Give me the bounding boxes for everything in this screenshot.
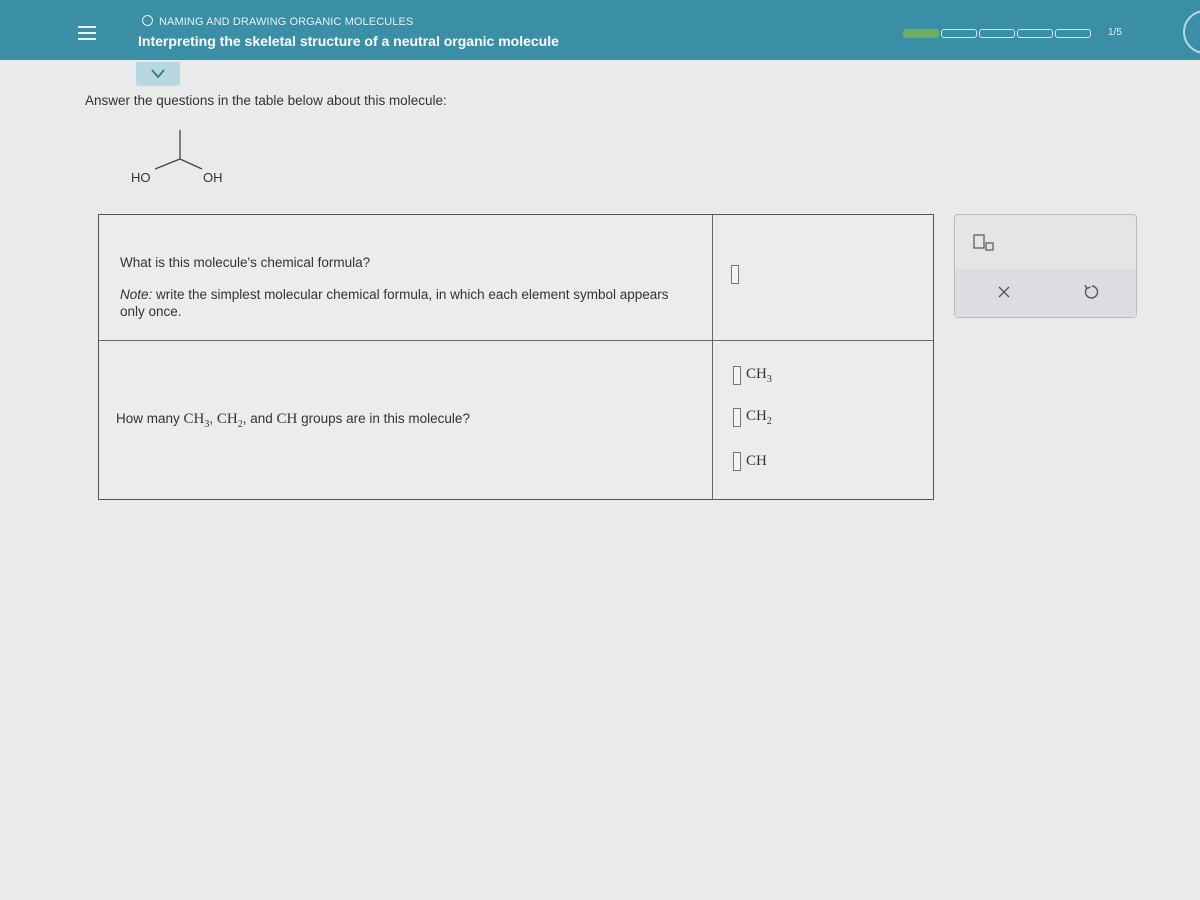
ch-formula: CH <box>276 411 298 427</box>
molecule-label-oh: OH <box>203 170 223 185</box>
ch3-count-input[interactable] <box>733 366 741 385</box>
ch2-answer-text: CH <box>746 408 767 424</box>
question-formula: What is this molecule's chemical formula… <box>120 255 371 270</box>
separator: , and <box>242 411 277 426</box>
ch-answer-label: CH <box>746 453 767 469</box>
ch2-text: CH <box>216 411 238 427</box>
ch3-formula: CH3 <box>183 411 210 430</box>
answer-toolbox <box>954 214 1137 318</box>
question-groups-prefix: How many <box>116 411 184 426</box>
instructions-text: Answer the questions in the table below … <box>85 93 447 108</box>
separator: , <box>209 411 217 426</box>
topic-circle-icon <box>142 15 153 26</box>
close-icon[interactable] <box>997 285 1011 299</box>
progress-segment <box>903 29 939 38</box>
ch-count-input[interactable] <box>733 452 741 471</box>
progress-segment <box>1017 29 1053 38</box>
progress-segment <box>979 29 1015 38</box>
progress-label: 1/5 <box>1108 27 1122 38</box>
question-formula-note: Note: write the simplest molecular chemi… <box>120 286 680 320</box>
note-label: Note: <box>120 287 153 302</box>
collapse-toggle[interactable] <box>136 62 180 86</box>
corner-circle-icon[interactable] <box>1183 10 1200 54</box>
ch3-answer-subscript: 3 <box>766 374 772 385</box>
topic-label: NAMING AND DRAWING ORGANIC MOLECULES <box>142 15 413 28</box>
page-title: Interpreting the skeletal structure of a… <box>138 33 559 49</box>
subscript-icon[interactable] <box>973 233 995 253</box>
ch3-text: CH <box>183 411 205 427</box>
question-groups: How many CH3, CH2, and CH groups are in … <box>116 411 470 430</box>
progress-segment <box>941 29 977 38</box>
progress-segment <box>1055 29 1091 38</box>
topic-text: NAMING AND DRAWING ORGANIC MOLECULES <box>159 16 414 28</box>
chevron-down-icon <box>151 69 165 79</box>
table-divider <box>99 340 933 341</box>
ch2-count-input[interactable] <box>733 408 741 427</box>
molecule-label-ho: HO <box>131 170 151 185</box>
progress-bar <box>903 29 1093 38</box>
ch2-answer-label: CH2 <box>746 408 772 427</box>
ch2-formula: CH2 <box>216 411 243 430</box>
ch3-answer-label: CH3 <box>746 366 772 385</box>
menu-icon[interactable] <box>78 26 96 40</box>
question-groups-suffix: groups are in this molecule? <box>297 411 470 426</box>
ch2-answer-subscript: 2 <box>766 416 772 427</box>
top-header: NAMING AND DRAWING ORGANIC MOLECULES Int… <box>0 0 1200 60</box>
questions-table: What is this molecule's chemical formula… <box>98 214 934 500</box>
table-divider <box>712 215 713 499</box>
undo-icon[interactable] <box>1082 283 1100 301</box>
note-text: write the simplest molecular chemical fo… <box>120 287 669 319</box>
toolbox-actions <box>955 269 1136 317</box>
formula-answer-input[interactable] <box>731 265 739 284</box>
ch3-answer-text: CH <box>746 366 767 382</box>
